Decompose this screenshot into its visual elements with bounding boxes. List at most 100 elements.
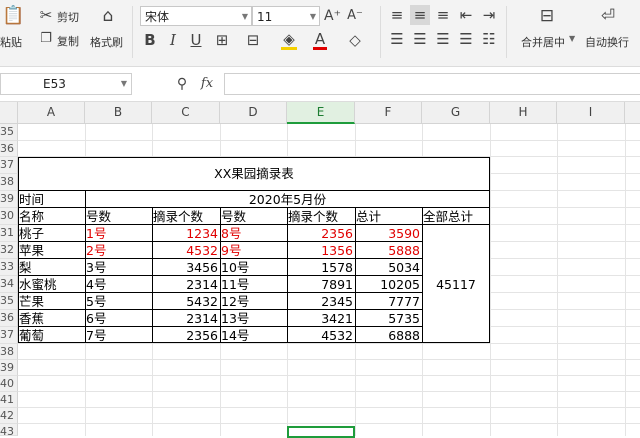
row-header[interactable]: 37: [0, 327, 18, 344]
header-count-1[interactable]: 摘录个数: [152, 208, 220, 225]
count-2-cell[interactable]: 3421: [287, 310, 355, 327]
header-number-1[interactable]: 号数: [85, 208, 152, 225]
scissors-icon[interactable]: ✂: [38, 7, 54, 23]
number-1-cell[interactable]: 1号: [85, 225, 152, 242]
fruit-name-cell[interactable]: 水蜜桃: [18, 276, 85, 293]
count-1-cell[interactable]: 4532: [152, 242, 220, 259]
number-2-cell[interactable]: 10号: [220, 259, 287, 276]
align-center-icon[interactable]: ☰: [412, 31, 428, 47]
indent-increase-icon[interactable]: ⇥: [481, 7, 497, 23]
chevron-down-icon[interactable]: ▼: [121, 74, 127, 94]
format-painter-icon[interactable]: ⌂: [98, 8, 118, 25]
fruit-name-cell[interactable]: 梨: [18, 259, 85, 276]
row-header[interactable]: 39: [0, 360, 18, 376]
count-1-cell[interactable]: 1234: [152, 225, 220, 242]
period-cell[interactable]: 2020年5月份: [85, 191, 490, 208]
justify-icon[interactable]: ☰: [458, 31, 474, 47]
italic-icon[interactable]: I: [166, 32, 180, 48]
font-name-select[interactable]: 宋体 ▼: [140, 6, 252, 26]
wrap-text-button[interactable]: 自动换行: [585, 34, 629, 50]
fruit-name-cell[interactable]: 葡萄: [18, 327, 85, 344]
select-all-corner[interactable]: [0, 102, 18, 124]
bold-icon[interactable]: B: [143, 32, 157, 48]
underline-icon[interactable]: U: [189, 32, 203, 48]
fill-pattern-icon[interactable]: ⊟: [245, 32, 261, 48]
fx-icon[interactable]: fx: [198, 76, 216, 92]
count-2-cell[interactable]: 2345: [287, 293, 355, 310]
name-box[interactable]: E53 ▼: [0, 73, 132, 95]
column-header-b[interactable]: B: [85, 102, 152, 124]
formula-input[interactable]: [224, 73, 640, 95]
column-header-e[interactable]: E: [287, 102, 355, 124]
number-1-cell[interactable]: 4号: [85, 276, 152, 293]
align-left-icon[interactable]: ☰: [389, 31, 405, 47]
column-header-d[interactable]: D: [220, 102, 287, 124]
row-header[interactable]: 31: [0, 225, 18, 242]
row-header[interactable]: 35: [0, 293, 18, 310]
total-cell[interactable]: 5735: [355, 310, 422, 327]
fill-color-icon[interactable]: ◈: [281, 31, 297, 47]
number-1-cell[interactable]: 5号: [85, 293, 152, 310]
column-header-overflow[interactable]: [625, 102, 640, 124]
column-header-f[interactable]: F: [355, 102, 422, 124]
fruit-name-cell[interactable]: 桃子: [18, 225, 85, 242]
number-1-cell[interactable]: 6号: [85, 310, 152, 327]
zoom-search-icon[interactable]: ⚲: [174, 76, 190, 92]
total-cell[interactable]: 5034: [355, 259, 422, 276]
copy-button[interactable]: 复制: [57, 33, 79, 49]
row-header[interactable]: 39: [0, 191, 18, 208]
count-2-cell[interactable]: 1356: [287, 242, 355, 259]
row-header[interactable]: 40: [0, 376, 18, 392]
row-header[interactable]: 34: [0, 276, 18, 293]
format-painter-button[interactable]: 格式刷: [90, 34, 123, 50]
row-header[interactable]: 41: [0, 392, 18, 408]
number-1-cell[interactable]: 3号: [85, 259, 152, 276]
count-2-cell[interactable]: 4532: [287, 327, 355, 344]
font-size-select[interactable]: 11 ▼: [252, 6, 320, 26]
header-number-2[interactable]: 号数: [220, 208, 287, 225]
row-header[interactable]: 42: [0, 408, 18, 424]
column-header-h[interactable]: H: [490, 102, 557, 124]
table-title[interactable]: XX果园摘录表: [18, 165, 490, 182]
number-2-cell[interactable]: 11号: [220, 276, 287, 293]
copy-icon[interactable]: ❐: [38, 31, 54, 47]
count-2-cell[interactable]: 7891: [287, 276, 355, 293]
total-cell[interactable]: 6888: [355, 327, 422, 344]
total-cell[interactable]: 7777: [355, 293, 422, 310]
column-header-a[interactable]: A: [18, 102, 85, 124]
header-count-2[interactable]: 摘录个数: [287, 208, 355, 225]
merge-cells-icon[interactable]: ⊟: [536, 8, 558, 25]
row-header[interactable]: 36: [0, 310, 18, 327]
fruit-name-cell[interactable]: 苹果: [18, 242, 85, 259]
paste-button[interactable]: 粘贴: [0, 34, 22, 50]
count-1-cell[interactable]: 2314: [152, 310, 220, 327]
merge-center-button[interactable]: 合并居中: [521, 34, 565, 50]
row-header[interactable]: 32: [0, 242, 18, 259]
time-label[interactable]: 时间: [18, 191, 85, 208]
grand-total-cell[interactable]: 45117: [422, 276, 490, 293]
row-header[interactable]: 37: [0, 157, 18, 174]
paste-icon[interactable]: 📋: [2, 7, 24, 25]
fruit-name-cell[interactable]: 芒果: [18, 293, 85, 310]
active-cell-selection[interactable]: [287, 426, 355, 438]
align-middle-icon[interactable]: ≡: [410, 5, 430, 25]
count-2-cell[interactable]: 1578: [287, 259, 355, 276]
align-top-icon[interactable]: ≡: [389, 7, 405, 23]
count-1-cell[interactable]: 2356: [152, 327, 220, 344]
column-header-i[interactable]: I: [557, 102, 625, 124]
eraser-icon[interactable]: ◇: [347, 32, 363, 48]
align-right-icon[interactable]: ☰: [435, 31, 451, 47]
row-header[interactable]: 30: [0, 208, 18, 225]
header-total[interactable]: 总计: [355, 208, 422, 225]
increase-font-icon[interactable]: A⁺: [324, 8, 341, 24]
font-color-icon[interactable]: A: [313, 31, 327, 47]
header-grand-total[interactable]: 全部总计: [422, 208, 490, 225]
wrap-text-icon[interactable]: ⏎: [597, 8, 619, 25]
cut-button[interactable]: 剪切: [57, 9, 79, 25]
total-cell[interactable]: 10205: [355, 276, 422, 293]
total-cell[interactable]: 3590: [355, 225, 422, 242]
distributed-icon[interactable]: ☷: [481, 31, 497, 47]
header-name[interactable]: 名称: [18, 208, 85, 225]
row-header[interactable]: 36: [0, 141, 18, 157]
row-header[interactable]: 35: [0, 124, 18, 141]
